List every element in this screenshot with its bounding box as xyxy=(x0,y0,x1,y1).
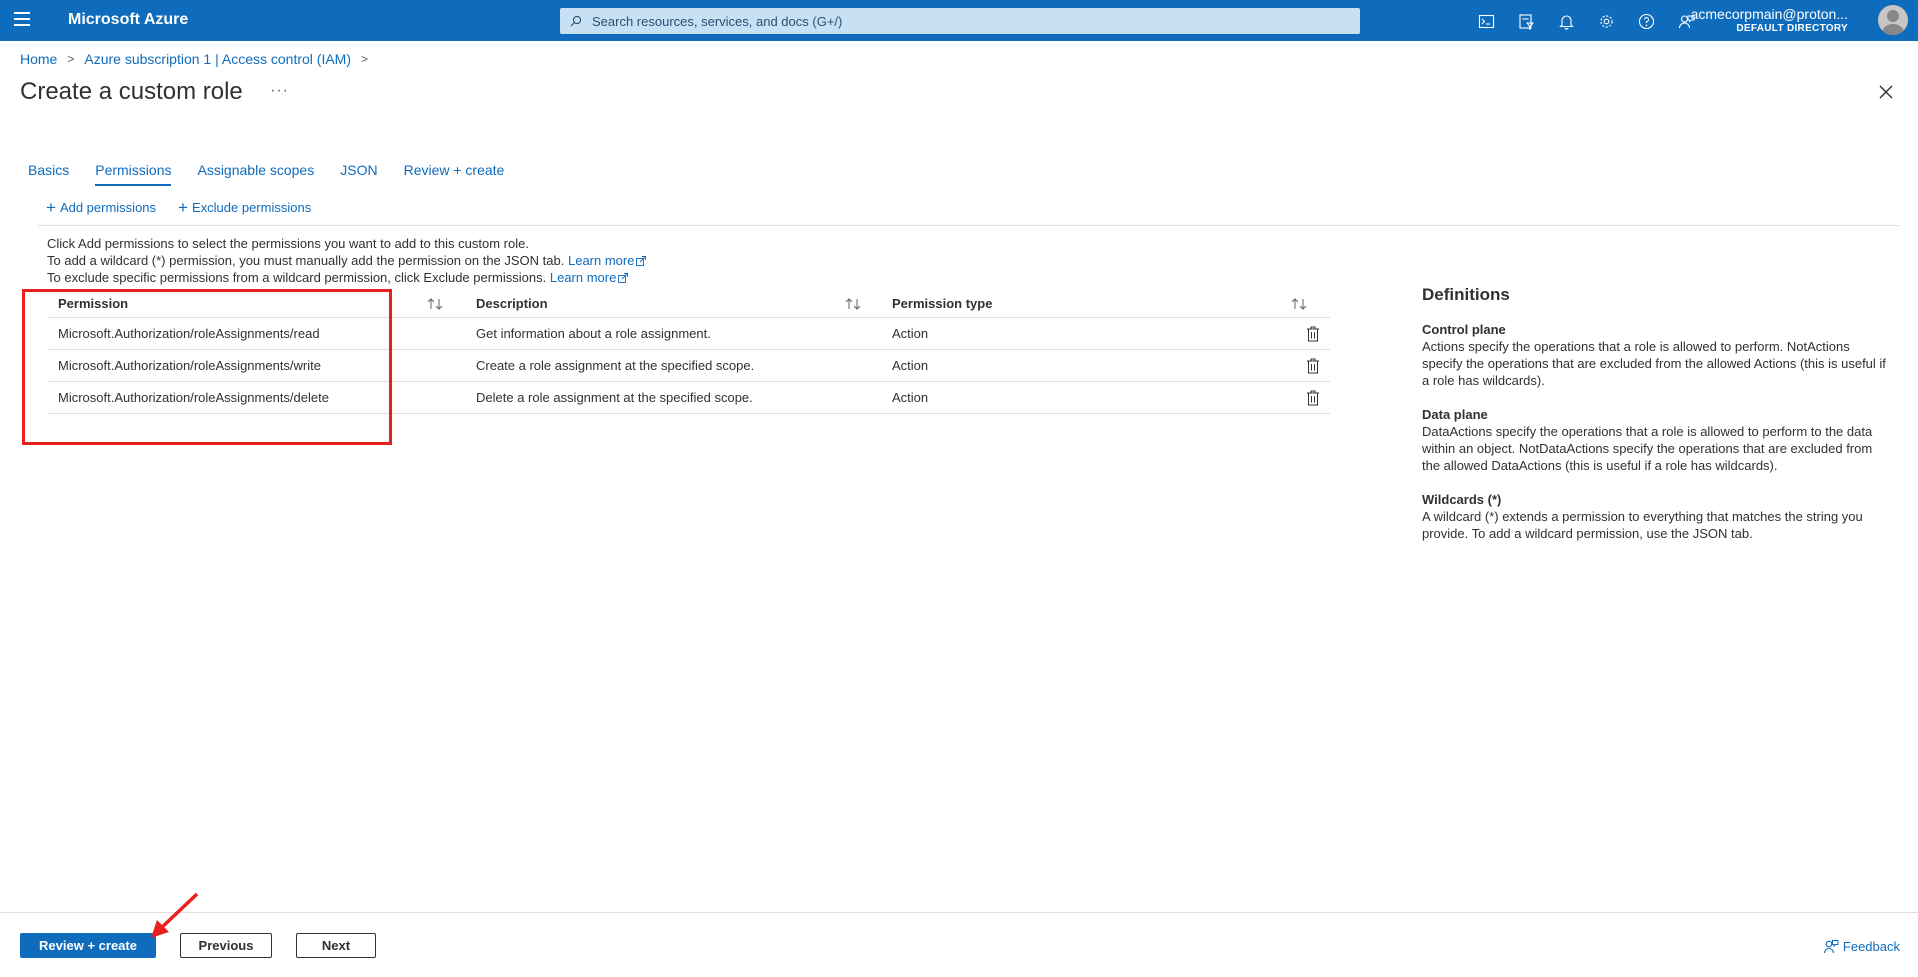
description-cell: Get information about a role assignment. xyxy=(476,326,711,341)
notifications-bell-icon[interactable] xyxy=(1546,10,1586,32)
tab-review-create[interactable]: Review + create xyxy=(404,162,505,186)
tab-assignable-scopes[interactable]: Assignable scopes xyxy=(197,162,314,186)
definition-heading: Control plane xyxy=(1422,322,1506,337)
page-title: Create a custom role xyxy=(20,78,243,105)
external-link-icon xyxy=(618,273,629,283)
trash-icon[interactable] xyxy=(1306,358,1320,374)
top-bar: Microsoft Azure Search resources, servic… xyxy=(0,0,1918,41)
definition-heading: Wildcards (*) xyxy=(1422,492,1502,507)
top-icon-group xyxy=(1466,10,1706,32)
account-name: acmecorpmain@proton... xyxy=(1690,6,1848,22)
review-create-button[interactable]: Review + create xyxy=(20,933,156,958)
search-placeholder: Search resources, services, and docs (G+… xyxy=(592,13,843,29)
column-header-description[interactable]: Description xyxy=(476,296,548,311)
cloud-shell-icon[interactable] xyxy=(1466,10,1506,32)
avatar[interactable] xyxy=(1878,5,1908,35)
annotation-arrow-icon xyxy=(151,892,199,938)
learn-more-link[interactable]: Learn more xyxy=(568,253,647,268)
breadcrumb-iam[interactable]: Azure subscription 1 | Access control (I… xyxy=(84,51,351,67)
divider xyxy=(38,225,1900,226)
next-button[interactable]: Next xyxy=(296,933,376,958)
sort-icon[interactable] xyxy=(426,297,444,311)
brand-name[interactable]: Microsoft Azure xyxy=(68,11,188,29)
plus-icon: + xyxy=(46,198,56,217)
type-cell: Action xyxy=(892,358,929,373)
footer-divider xyxy=(0,912,1918,913)
info-line-3: To exclude specific permissions from a w… xyxy=(47,270,547,285)
definition-heading: Data plane xyxy=(1422,407,1488,422)
tab-strip: Basics Permissions Assignable scopes JSO… xyxy=(28,162,530,186)
column-header-permission-type[interactable]: Permission type xyxy=(892,296,992,311)
sort-icon[interactable] xyxy=(1290,297,1308,311)
chevron-right-icon: > xyxy=(361,52,369,66)
search-icon xyxy=(570,15,582,27)
definitions-title: Definitions xyxy=(1422,285,1510,304)
exclude-permissions-label: Exclude permissions xyxy=(191,200,312,215)
account-info[interactable]: acmecorpmain@proton... DEFAULT DIRECTORY xyxy=(1691,6,1848,34)
account-directory: DEFAULT DIRECTORY xyxy=(1736,23,1848,34)
tab-permissions[interactable]: Permissions xyxy=(95,162,172,186)
definition-text: DataActions specify the operations that … xyxy=(1422,424,1873,473)
plus-icon: + xyxy=(178,198,188,217)
annotation-highlight-box xyxy=(22,289,392,445)
search-input[interactable]: Search resources, services, and docs (G+… xyxy=(560,8,1360,34)
learn-more-link[interactable]: Learn more xyxy=(550,270,629,285)
more-options-button[interactable]: ··· xyxy=(270,82,289,100)
feedback-label: Feedback xyxy=(1842,938,1900,954)
trash-icon[interactable] xyxy=(1306,390,1320,406)
close-icon[interactable] xyxy=(1878,84,1894,100)
tab-json[interactable]: JSON xyxy=(340,162,377,186)
breadcrumb-home[interactable]: Home xyxy=(20,51,57,67)
feedback-person-icon xyxy=(1823,940,1839,954)
definition-text: Actions specify the operations that a ro… xyxy=(1422,339,1886,388)
settings-gear-icon[interactable] xyxy=(1586,10,1626,32)
definitions-panel: Definitions Control plane Actions specif… xyxy=(1422,286,1892,559)
chevron-right-icon: > xyxy=(67,52,75,66)
add-permissions-label: Add permissions xyxy=(59,200,157,215)
breadcrumb: Home > Azure subscription 1 | Access con… xyxy=(20,51,378,67)
command-bar: + Add permissions + Exclude permissions xyxy=(46,198,312,217)
feedback-link[interactable]: Feedback xyxy=(1823,938,1900,954)
trash-icon[interactable] xyxy=(1306,326,1320,342)
type-cell: Action xyxy=(892,326,929,341)
description-cell: Delete a role assignment at the specifie… xyxy=(476,390,753,405)
help-icon[interactable] xyxy=(1626,10,1666,32)
directory-filter-icon[interactable] xyxy=(1506,10,1546,32)
info-line-1: Click Add permissions to select the perm… xyxy=(47,236,529,251)
hamburger-menu-icon[interactable] xyxy=(14,12,32,28)
add-permissions-button[interactable]: + Add permissions xyxy=(46,198,157,217)
exclude-permissions-button[interactable]: + Exclude permissions xyxy=(178,198,312,217)
sort-icon[interactable] xyxy=(844,297,862,311)
definition-text: A wildcard (*) extends a permission to e… xyxy=(1422,509,1863,541)
external-link-icon xyxy=(636,256,647,266)
tab-basics[interactable]: Basics xyxy=(28,162,69,186)
description-cell: Create a role assignment at the specifie… xyxy=(476,358,755,373)
info-line-2: To add a wildcard (*) permission, you mu… xyxy=(47,253,565,268)
info-text: Click Add permissions to select the perm… xyxy=(47,235,647,286)
type-cell: Action xyxy=(892,390,929,405)
